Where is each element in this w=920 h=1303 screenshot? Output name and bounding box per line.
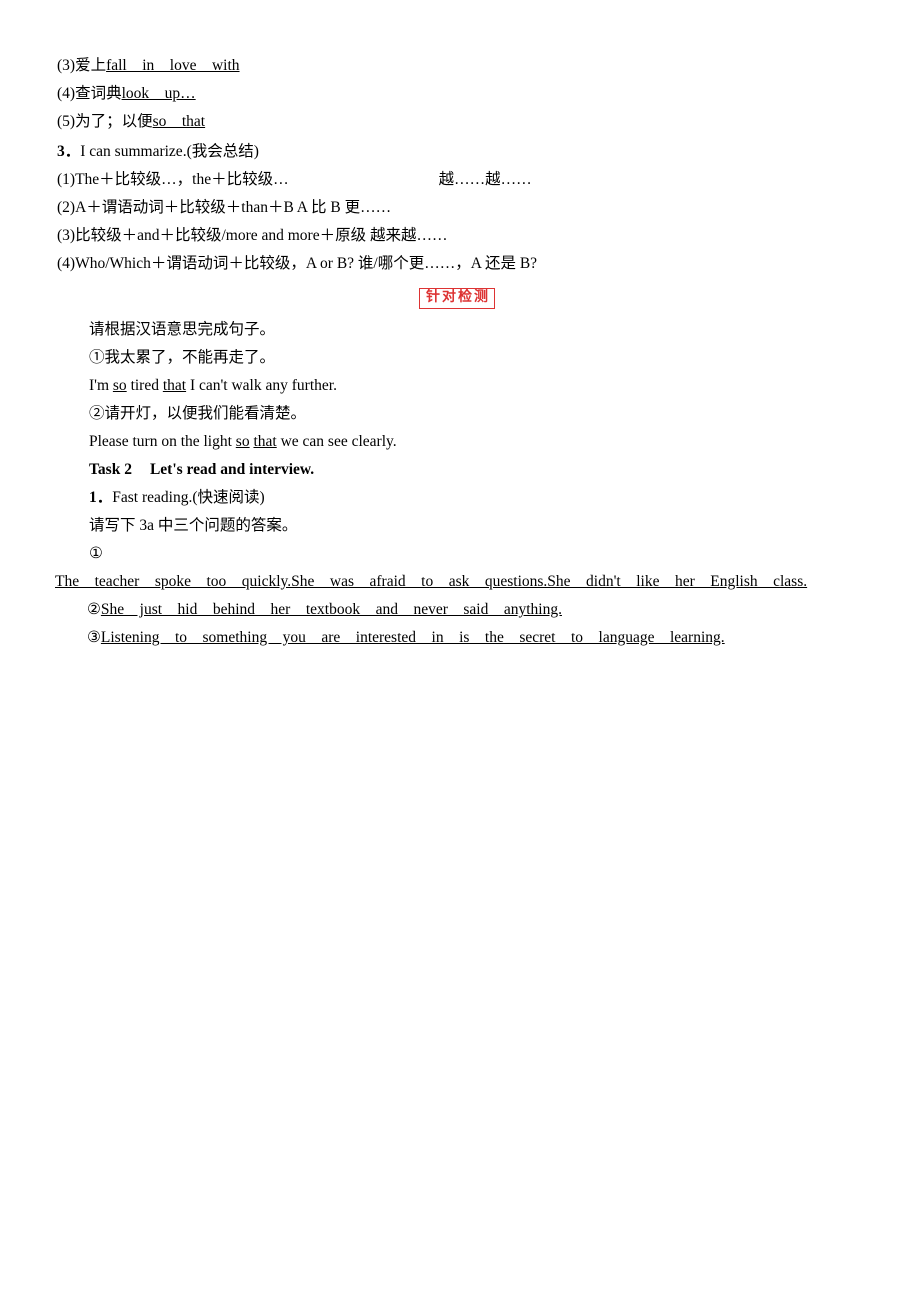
summarize-heading: 3．I can summarize.(我会总结) <box>57 143 259 160</box>
summarize-item-2: (2)A＋谓语动词＋比较级＋than＋B A 比 B 更…… <box>57 194 857 222</box>
task2-answer-3-text: Listening to something you are intereste… <box>100 629 725 646</box>
document-content: (3)爱上fall in love with (4)查词典look up… (5… <box>55 52 857 652</box>
phrase-3-answer: fall in love with <box>106 57 240 74</box>
summarize-item-3: (3)比较级＋and＋比较级/more and more＋原级 越来越…… <box>57 222 857 250</box>
practice-answer-1-blank1: so <box>112 377 127 394</box>
task2-instruction-text: 请写下 3a 中三个问题的答案。 <box>89 517 298 534</box>
phrase-4-prefix: (4)查词典 <box>57 85 122 102</box>
summarize-number: 3 <box>57 143 65 160</box>
task2-answer-1: The teacher spoke too quickly.She was af… <box>55 568 857 596</box>
practice-answer-2-pre: Please turn on the light <box>89 433 236 450</box>
practice-answer-1: I'm so tired that I can't walk any furth… <box>89 372 857 400</box>
phrase-line-3: (3)爱上fall in love with <box>57 52 857 80</box>
task2-heading: Task 2 Let's read and interview. <box>89 456 857 484</box>
task2-sub-title: Fast reading.(快速阅读) <box>112 489 265 506</box>
practice-answer-1-pre: I'm <box>89 377 113 394</box>
practice-question-2: ②请开灯，以便我们能看清楚。 <box>89 400 857 428</box>
practice-question-2-text: ②请开灯，以便我们能看清楚。 <box>89 405 307 422</box>
practice-question-1: ①我太累了，不能再走了。 <box>89 344 857 372</box>
summarize-title: I can summarize.(我会总结) <box>80 143 259 160</box>
summarize-item-4-left: (4)Who/Which＋谓语动词＋比较级，A or B? 谁/哪个更……，A … <box>57 255 538 272</box>
task2-answer-1-text: The teacher spoke too quickly.She was af… <box>55 573 808 590</box>
practice-answer-2-blank2: that <box>253 433 277 450</box>
task2-answer-2-marker: ② <box>87 601 101 618</box>
phrase-5-answer: so that <box>152 113 206 130</box>
practice-answer-2-blank1: so <box>235 433 250 450</box>
task2-marker-1: ① <box>89 540 857 568</box>
summarize-item-1: (1)The＋比较级…，the＋比较级… 越……越…… <box>57 166 857 194</box>
practice-answer-2-post: we can see clearly. <box>276 433 397 450</box>
task2-answer-2-text: She just hid behind her textbook and nev… <box>100 601 562 618</box>
practice-instruction-text: 请根据汉语意思完成句子。 <box>89 321 276 338</box>
section-seal-wrapper: 针对检测 <box>57 288 857 312</box>
phrase-5-prefix: (5)为了；以便 <box>57 113 153 130</box>
phrase-3-prefix: (3)爱上 <box>57 57 107 74</box>
summarize-item-2-left: (2)A＋谓语动词＋比较级＋than＋B A 比 B 更…… <box>57 199 392 216</box>
task2-sub-number: 1 <box>89 489 97 506</box>
task2-label: Task 2 <box>89 461 132 478</box>
summarize-item-3-left: (3)比较级＋and＋比较级/more and more＋原级 越来越…… <box>57 227 448 244</box>
task2-title: Let's read and interview. <box>149 461 315 478</box>
task2-answer-2-row: ②She just hid behind her textbook and ne… <box>87 596 857 624</box>
practice-answer-2: Please turn on the light so that we can … <box>89 428 857 456</box>
practice-instruction: 请根据汉语意思完成句子。 <box>89 316 857 344</box>
phrase-line-4: (4)查词典look up… <box>57 80 857 108</box>
phrase-4-answer: look up… <box>121 85 196 102</box>
practice-answer-1-post: I can't walk any further. <box>186 377 337 394</box>
task2-sub-heading: 1．Fast reading.(快速阅读) <box>89 489 265 506</box>
summarize-item-1-left: (1)The＋比较级…，the＋比较级… <box>57 171 289 188</box>
task2-answer-3-marker: ③ <box>87 629 101 646</box>
practice-answer-1-mid: tired <box>126 377 163 394</box>
section-seal: 针对检测 <box>419 288 495 309</box>
summarize-item-4: (4)Who/Which＋谓语动词＋比较级，A or B? 谁/哪个更……，A … <box>57 250 857 278</box>
task2-instruction: 请写下 3a 中三个问题的答案。 <box>89 512 857 540</box>
task2-marker-1-text: ① <box>89 545 103 562</box>
practice-answer-1-blank2: that <box>162 377 187 394</box>
phrase-line-5: (5)为了；以便so that <box>57 108 857 136</box>
document-page: (3)爱上fall in love with (4)查词典look up… (5… <box>0 0 920 1303</box>
summarize-item-1-right: 越……越…… <box>438 171 532 188</box>
task2-answer-3-row: ③Listening to something you are interest… <box>87 624 857 652</box>
practice-question-1-text: ①我太累了，不能再走了。 <box>89 349 276 366</box>
